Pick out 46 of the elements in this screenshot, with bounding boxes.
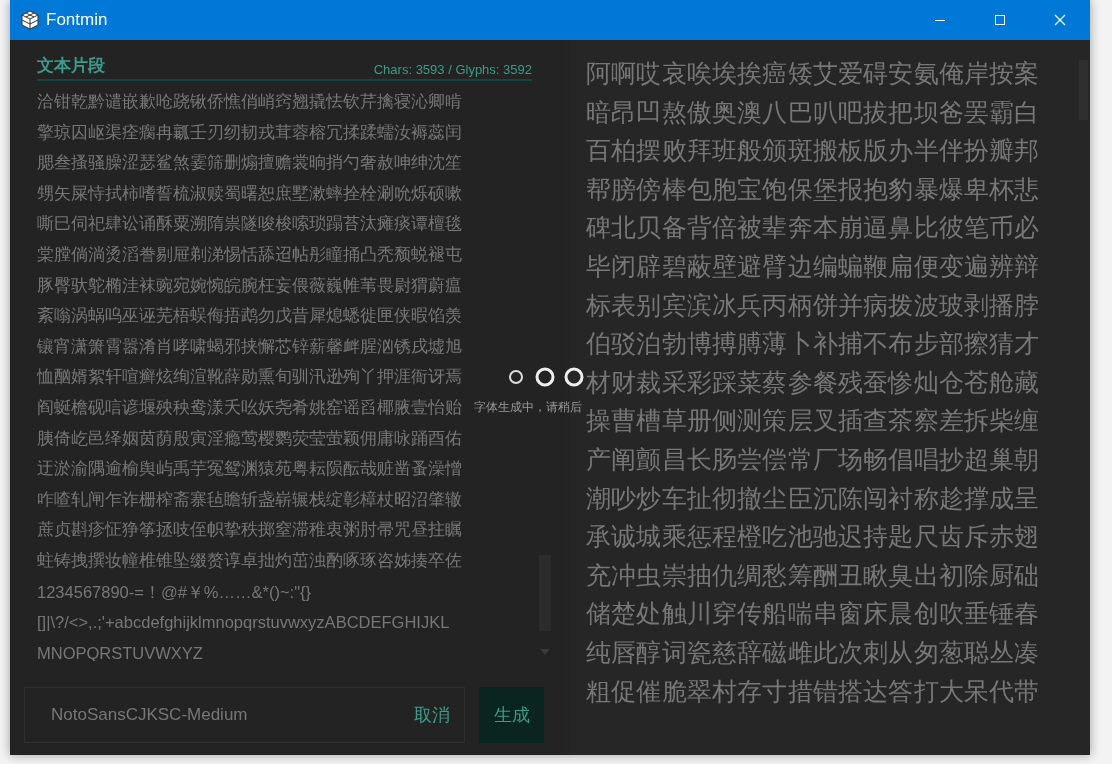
preview-line: 充冲虫崇抽仇绸愁筹酬丑瞅臭出初除厨础 <box>586 559 1040 591</box>
preview-line: 伯驳泊勃博搏膊薄卜补捕不布步部擦猜才 <box>586 328 1040 360</box>
preview-line: 承诚城乘惩程橙吃池驰迟持匙尺齿斥赤翅 <box>586 521 1040 553</box>
preview-line: 帮膀傍棒包胞宝饱保堡报抱豹暴爆卑杯悲 <box>586 173 1040 205</box>
close-icon[interactable] <box>1054 14 1066 26</box>
glyph-count: Chars: 3593 / Glyphs: 3592 <box>373 62 532 77</box>
text-line: 棠膛倘淌烫滔誊剔屉剃涕惕恬舔迢帖彤瞳捅凸秃颓蜕褪屯 <box>37 243 462 266</box>
preview-line: 潮吵炒车扯彻撤尘臣沉陈闯衬称趁撑成呈 <box>586 482 1040 514</box>
text-line: 甥矢屎恃拭柿嗜誓梳淑赎蜀曙恕庶墅漱蟀拴栓涮吮烁硕嗽 <box>37 182 462 205</box>
text-line: 1234567890-=！@#￥%……&*()~:"{} <box>37 581 311 603</box>
text-line: 擎琼囚岖渠痊瘸冉瓤壬刃纫韧戎茸蓉榕冗揉蹂蠕汝褥蕊闰 <box>37 121 462 144</box>
generate-button[interactable]: 生成 <box>479 687 544 743</box>
preview-line: 阿啊哎哀唉埃挨癌矮艾爱碍安氨俺岸按案 <box>586 58 1040 89</box>
preview-line: 材财裁采彩踩菜蔡参餐残蚕惨灿仓苍舱藏 <box>586 366 1040 398</box>
text-line: 蔗贞斟疹怔狰筝拯吱侄帜挚秩掷窒滞稚衷粥肘帚咒昼拄瞩 <box>37 519 462 542</box>
preview-line: 暗昂凹熬傲奥澳八巴叭吧拔把坝爸罢霸白 <box>586 96 1040 128</box>
text-line: 胰倚屹邑绎姻茵荫殷寅淫瘾莺樱鹦荧莹萤颖佣庸咏踊酉佑 <box>37 427 462 450</box>
loading-message: 字体生成中，请稍后 <box>474 400 582 415</box>
cancel-link[interactable]: 取消 <box>414 703 450 727</box>
font-name-field[interactable]: NotoSansCJKSC-Medium 取消 <box>24 687 465 743</box>
preview-line: 操曹槽草册侧测策层叉插查茶察差拆柴缠 <box>586 405 1040 437</box>
text-line: 蛀铸拽撰妆幢椎锥坠缀赘谆卓拙灼茁浊酌啄琢咨姊揍卒佐 <box>37 549 462 572</box>
text-line: 洽钳乾黔谴嵌歉呛跷锹侨憔俏峭窍翘撬怯钦芹擒寝沁卿啃 <box>37 91 462 113</box>
text-line: 咋喳轧闸乍诈栅榨斋寨毡瞻斩盏崭辗栈绽彰樟杖昭沼肇辙 <box>37 488 462 511</box>
maximize-icon[interactable] <box>994 14 1006 26</box>
panel-heading: 文本片段 <box>37 55 105 77</box>
text-line: 紊嗡涡蜗呜巫诬芜梧蜈侮捂鹉勿戊昔犀熄蟋徙匣侠暇馅羡 <box>37 305 462 328</box>
preview-line: 粗促催脆翠村存寸措错搭达答打大呆代带 <box>586 675 1040 707</box>
text-line: []|\?/<>,.;'+abcdefghijklmnopqrstuvwxyzABCDEFGHIJKL <box>37 612 450 634</box>
text-line: 嘶巳伺祀肆讼诵酥粟溯隋祟隧唆梭嗦琐蹋苔汰瘫痰谭檀毯 <box>37 213 462 236</box>
preview-line: 碑北贝备背倍被辈奔本崩逼鼻比彼笔币必 <box>586 212 1040 244</box>
preview-line: 毕闭辟碧蔽壁避臂边编蝙鞭扁便变遍辨辩 <box>586 250 1040 282</box>
text-line: 豚臀驮鸵椭洼袜豌宛婉惋皖腕枉妄偎薇巍帷苇畏尉猬蔚瘟 <box>37 274 462 297</box>
cube-icon <box>20 10 40 30</box>
window-title: Fontmin <box>46 10 109 30</box>
preview-line: 标表别宾滨冰兵丙柄饼并病拨波玻剥播脖 <box>586 289 1040 321</box>
text-line: 恤酗婿絮轩喧癣炫绚渲靴薛勋熏旬驯汛逊殉丫押涯衙讶焉 <box>37 366 462 389</box>
text-line: MNOPQRSTUVWXYZ <box>37 642 203 661</box>
preview-line: 纯唇醇词瓷慈辞磁雌此次刺从匆葱聪丛凑 <box>586 636 1040 668</box>
text-line: 腮叁搔骚臊涩瑟鲨煞霎筛删煽擅赡裳晌捎勺奢赦呻绅沈笙 <box>37 152 462 175</box>
text-line: 迂淤渝隅逾榆舆屿禹芋冤鸳渊猿苑粤耘陨酝哉赃凿蚤澡憎 <box>37 458 462 481</box>
preview-line: 百柏摆败拜班般颁斑搬板版办半伴扮瓣邦 <box>586 135 1040 167</box>
preview-line: 储楚处触川穿传船喘串窗床晨创吹垂锤春 <box>586 598 1040 630</box>
text-line: 阎蜒檐砚唁谚堰殃秧鸯漾夭吆妖尧肴姚窑谣舀椰腋壹怡贻 <box>37 396 462 419</box>
text-line: 镶宵潇箫霄嚣淆肖哮啸蝎邪挟懈芯锌薪馨衅腥汹锈戌墟旭 <box>37 335 462 358</box>
preview-line: 产阐颤昌长肠尝偿常厂场畅倡唱抄超巢朝 <box>586 443 1040 475</box>
